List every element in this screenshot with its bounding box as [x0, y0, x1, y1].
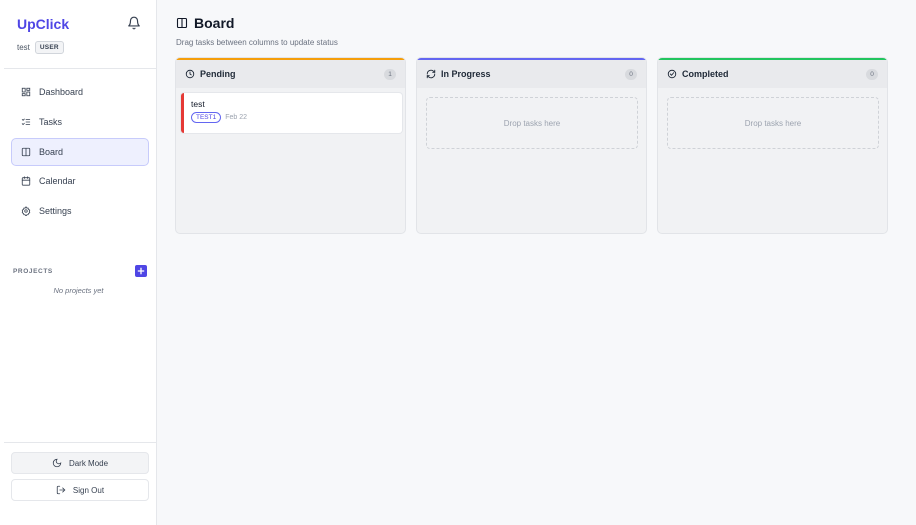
task-meta: TEST1 Feb 22: [191, 112, 247, 123]
column-in-progress[interactable]: In Progress 0 Drop tasks here: [416, 57, 647, 234]
sidebar-item-calendar[interactable]: Calendar: [11, 167, 149, 195]
sign-out-label: Sign Out: [72, 485, 105, 495]
sidebar-item-label: Settings: [39, 206, 72, 217]
sidebar-item-label: Tasks: [39, 116, 63, 127]
column-title: Pending: [200, 69, 236, 79]
column-header: Completed 0: [658, 60, 887, 88]
plus-icon: [137, 267, 145, 275]
refresh-icon: [426, 69, 436, 79]
dark-mode-button[interactable]: Dark Mode: [11, 452, 149, 474]
dashboard-icon: [21, 87, 31, 97]
column-completed[interactable]: Completed 0 Drop tasks here: [657, 57, 888, 234]
empty-projects-text: No projects yet: [53, 286, 104, 295]
projects-label: PROJECTS: [13, 267, 53, 275]
calendar-icon: [21, 176, 31, 186]
projects-header: PROJECTS: [13, 264, 147, 278]
drop-zone[interactable]: Drop tasks here: [426, 97, 638, 149]
user-info: test USER: [17, 41, 64, 54]
clock-icon: [185, 69, 195, 79]
sidebar-item-label: Dashboard: [39, 87, 84, 97]
page-header: Board: [176, 15, 234, 31]
column-count-badge: 1: [384, 68, 396, 80]
dark-mode-label: Dark Mode: [68, 458, 109, 468]
page-title: Board: [194, 15, 235, 31]
notification-bell-icon[interactable]: [127, 16, 141, 30]
sidebar-item-label: Board: [39, 146, 64, 157]
sign-out-button[interactable]: Sign Out: [11, 479, 149, 501]
moon-icon: [52, 458, 62, 468]
column-pending[interactable]: Pending 1 test TEST1 Feb 22: [175, 57, 406, 234]
board-icon: [21, 147, 31, 156]
sidebar-item-tasks[interactable]: Tasks: [11, 108, 149, 136]
sidebar-divider: [4, 68, 156, 69]
tasks-icon: [21, 118, 31, 125]
page-subtitle: Drag tasks between columns to update sta…: [176, 38, 338, 47]
sidebar-nav: Dashboard Tasks Board Calendar Settings: [11, 78, 149, 227]
column-header: Pending 1: [176, 60, 405, 88]
sidebar-item-dashboard[interactable]: Dashboard: [11, 78, 149, 106]
column-header: In Progress 0: [417, 60, 646, 88]
check-circle-icon: [667, 69, 677, 79]
task-title: test: [191, 99, 205, 109]
app-logo[interactable]: UpClick: [17, 16, 69, 32]
sidebar: UpClick test USER Dashboard Tasks Board …: [0, 0, 157, 525]
task-due-date: Feb 22: [225, 114, 248, 121]
drop-zone[interactable]: Drop tasks here: [667, 97, 879, 149]
task-project-tag: TEST1: [191, 112, 222, 123]
column-count-badge: 0: [625, 68, 637, 80]
column-count-badge: 0: [866, 68, 878, 80]
sidebar-item-label: Calendar: [39, 176, 76, 187]
task-card[interactable]: test TEST1 Feb 22: [181, 93, 402, 133]
sidebar-item-settings[interactable]: Settings: [11, 197, 149, 225]
user-name: test: [17, 43, 30, 52]
main-content: Board Drag tasks between columns to upda…: [157, 0, 916, 525]
add-project-button[interactable]: [135, 265, 147, 277]
sign-out-icon: [56, 485, 66, 495]
sidebar-item-board[interactable]: Board: [11, 137, 149, 166]
board-icon: [176, 17, 188, 29]
settings-icon: [21, 206, 31, 217]
column-title: Completed: [682, 69, 729, 79]
sidebar-footer-divider: [4, 442, 156, 443]
column-title: In Progress: [441, 69, 491, 79]
role-badge: USER: [34, 41, 64, 54]
